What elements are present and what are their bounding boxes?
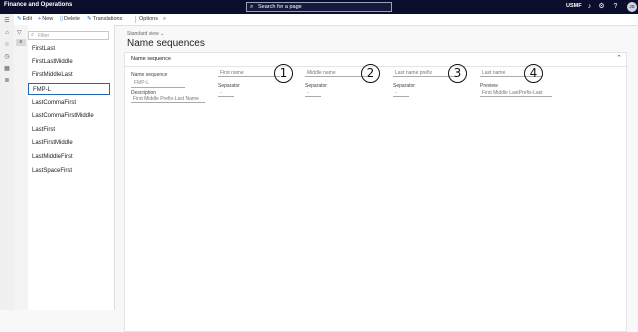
search-placeholder: Search for a page [258, 4, 302, 10]
pencil-icon: ✎ [17, 16, 22, 22]
options-button[interactable]: Options [139, 16, 158, 22]
chevron-up-icon[interactable]: ⌃ [616, 54, 622, 62]
new-label: New [42, 16, 54, 22]
funnel-icon[interactable]: ▽ [17, 29, 22, 36]
separator-field[interactable]: - [393, 90, 409, 97]
main-content: Standard view ⌄ Name sequences Name sequ… [114, 25, 638, 332]
filter-column: ▽ ≡ [14, 25, 29, 310]
preview-field: First Middle LastPrefix-Last [480, 90, 552, 97]
avatar[interactable]: JS [627, 2, 637, 12]
list-icon[interactable]: ≣ [3, 77, 11, 85]
preview-label: Preview [480, 83, 498, 89]
star-icon[interactable]: ☆ [3, 41, 11, 49]
list-item-selected[interactable]: FMP-L [28, 83, 110, 95]
callout-1: 1 [274, 64, 293, 83]
separator-field[interactable]: - [305, 90, 321, 97]
last-name-prefix-field[interactable]: Last name prefix [393, 70, 455, 77]
edit-button[interactable]: ✎Edit [17, 16, 32, 22]
callout-4: 4 [524, 64, 543, 83]
list-item[interactable]: FirstMiddleLast [28, 69, 110, 81]
gear-icon[interactable]: ⚙ [597, 2, 606, 11]
menu-icon[interactable]: ☰ [3, 17, 11, 25]
company-selector[interactable]: USMF [566, 3, 582, 9]
middle-name-field[interactable]: Middle name [305, 70, 367, 77]
help-icon[interactable]: ? [611, 2, 620, 11]
filter-placeholder: Filter [38, 33, 50, 39]
nav-rail: ☰ ⌂ ☆ ◷ ▦ ≣ [0, 14, 15, 310]
search-icon: ⌕ [250, 4, 254, 10]
description-field[interactable]: First Middle Prefix-Last Name [131, 96, 205, 103]
separator-field[interactable]: - [218, 90, 234, 97]
chevron-down-icon: ⌄ [160, 31, 165, 37]
first-name-field[interactable]: First name [218, 70, 280, 77]
app-title: Finance and Operations [4, 2, 73, 8]
list-item[interactable]: LastSpaceFirst [28, 165, 110, 177]
top-bar: Finance and Operations ⌕ Search for a pa… [0, 0, 638, 14]
filter-input[interactable]: ⌕ Filter [28, 31, 109, 40]
list-item[interactable]: LastCommaFirstMiddle [28, 110, 110, 122]
new-button[interactable]: +New [38, 16, 53, 22]
section-title: Name sequence [131, 56, 172, 62]
name-sequence-underline [131, 81, 185, 88]
view-label: Standard view [127, 31, 159, 37]
page-title: Name sequences [127, 38, 205, 49]
list-item[interactable]: FirstLast [28, 43, 110, 55]
bell-icon[interactable]: ♪ [585, 2, 594, 11]
delete-button[interactable]: ▯Delete [60, 16, 80, 22]
translations-label: Translations [92, 16, 123, 22]
trash-icon: ▯ [60, 16, 64, 22]
list-item[interactable]: LastMiddleFirst [28, 151, 110, 163]
separator-label: Separator [218, 83, 240, 89]
plus-icon: + [38, 16, 42, 22]
list-item[interactable]: LastFirst [28, 124, 110, 136]
list-item[interactable]: LastCommaFirst [28, 97, 110, 109]
edit-label: Edit [22, 16, 33, 22]
list-item[interactable]: LastFirstMiddle [28, 137, 110, 149]
section-header[interactable]: Name sequence ⌃ [125, 53, 628, 67]
clock-icon[interactable]: ◷ [3, 53, 11, 61]
view-selector[interactable]: Standard view ⌄ [127, 31, 164, 37]
search-icon[interactable]: ⌕ [163, 16, 166, 23]
search-box[interactable]: ⌕ Search for a page [246, 2, 392, 12]
home-icon[interactable]: ⌂ [3, 29, 11, 37]
pane-toggle-button[interactable]: ≡ [16, 39, 26, 46]
callout-3: 3 [448, 64, 467, 83]
workspace-icon[interactable]: ▦ [3, 65, 11, 73]
list-item[interactable]: FirstLastMiddle [28, 56, 110, 68]
search-icon: ⌕ [31, 32, 35, 38]
section-card: Name sequence ⌃ Name sequence FMP-L Desc… [124, 52, 628, 332]
callout-2: 2 [361, 64, 380, 83]
separator-label: Separator [305, 83, 327, 89]
divider [135, 16, 136, 23]
name-sequence-label: Name sequence [131, 72, 168, 78]
delete-label: Delete [64, 16, 80, 22]
separator-label: Separator [393, 83, 415, 89]
translations-button[interactable]: ✎Translations [87, 16, 122, 22]
translate-icon: ✎ [87, 16, 92, 22]
